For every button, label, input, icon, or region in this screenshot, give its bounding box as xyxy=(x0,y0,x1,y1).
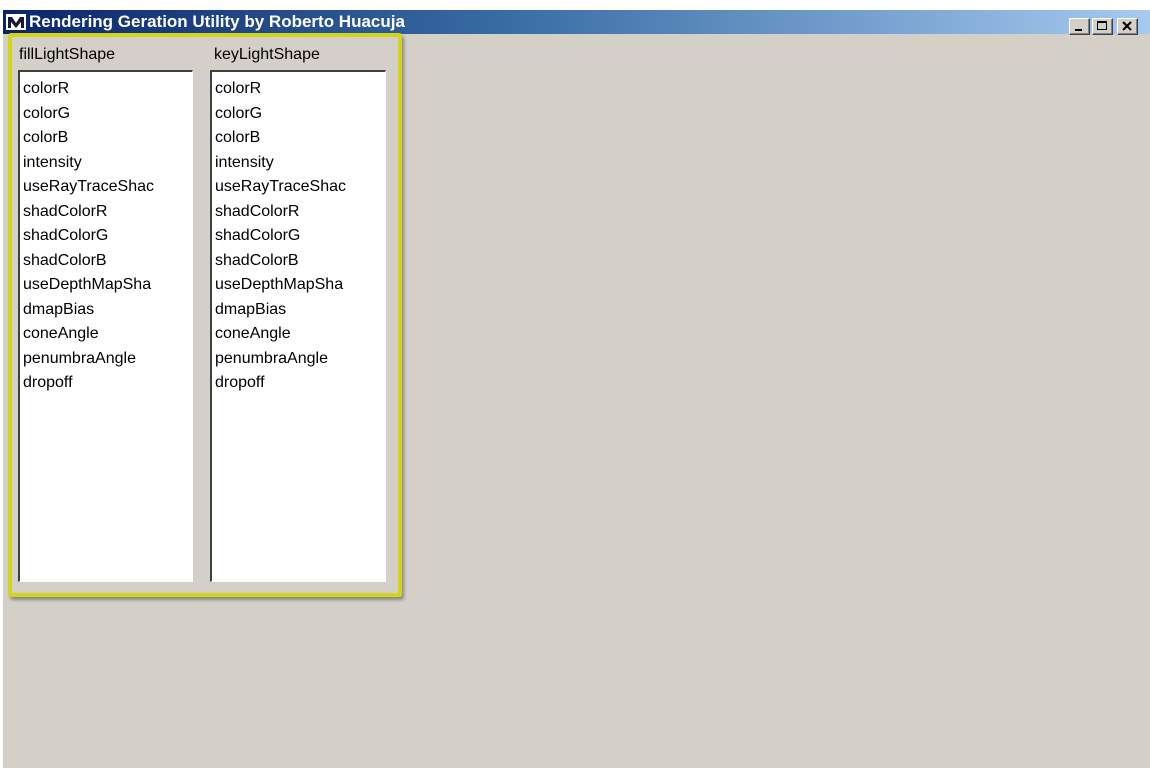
maya-icon[interactable] xyxy=(6,14,26,30)
list-item[interactable]: penumbraAngle xyxy=(20,347,192,372)
column-header-fill-light: fillLightShape xyxy=(19,46,116,63)
list-item[interactable]: shadColorB xyxy=(20,249,192,274)
list-item[interactable]: shadColorR xyxy=(212,200,385,225)
list-item[interactable]: dropoff xyxy=(20,371,192,396)
maximize-icon xyxy=(1097,21,1107,30)
key-light-attribute-list[interactable]: colorR colorG colorB intensity useRayTra… xyxy=(210,70,386,582)
list-item[interactable]: shadColorG xyxy=(212,224,385,249)
list-item[interactable]: colorB xyxy=(212,126,385,151)
list-item[interactable]: useRayTraceShac xyxy=(212,175,385,200)
list-item[interactable]: useRayTraceShac xyxy=(20,175,192,200)
list-item[interactable]: useDepthMapSha xyxy=(20,273,192,298)
list-item[interactable]: colorR xyxy=(212,77,385,102)
list-item[interactable]: dropoff xyxy=(212,371,385,396)
close-icon xyxy=(1122,21,1132,31)
title-bar[interactable]: Rendering Geration Utility by Roberto Hu… xyxy=(3,10,1150,35)
list-item[interactable]: shadColorR xyxy=(20,200,192,225)
list-item[interactable]: intensity xyxy=(212,151,385,176)
list-item[interactable]: dmapBias xyxy=(212,298,385,323)
list-item[interactable]: dmapBias xyxy=(20,298,192,323)
list-item[interactable]: penumbraAngle xyxy=(212,347,385,372)
fill-light-attribute-list[interactable]: colorR colorG colorB intensity useRayTra… xyxy=(18,70,193,582)
list-item[interactable]: intensity xyxy=(20,151,192,176)
window-title: Rendering Geration Utility by Roberto Hu… xyxy=(29,12,405,31)
list-item[interactable]: coneAngle xyxy=(20,322,192,347)
list-item[interactable]: shadColorG xyxy=(20,224,192,249)
list-item[interactable]: colorG xyxy=(20,102,192,127)
list-item[interactable]: colorB xyxy=(20,126,192,151)
list-item[interactable]: colorG xyxy=(212,102,385,127)
list-item[interactable]: useDepthMapSha xyxy=(212,273,385,298)
list-item[interactable]: shadColorB xyxy=(212,249,385,274)
list-item[interactable]: coneAngle xyxy=(212,322,385,347)
maximize-button[interactable] xyxy=(1092,18,1113,35)
column-header-key-light: keyLightShape xyxy=(214,46,320,63)
minimize-icon xyxy=(1075,29,1082,31)
minimize-button[interactable] xyxy=(1069,18,1090,35)
list-item[interactable]: colorR xyxy=(20,77,192,102)
close-button[interactable] xyxy=(1117,18,1138,35)
